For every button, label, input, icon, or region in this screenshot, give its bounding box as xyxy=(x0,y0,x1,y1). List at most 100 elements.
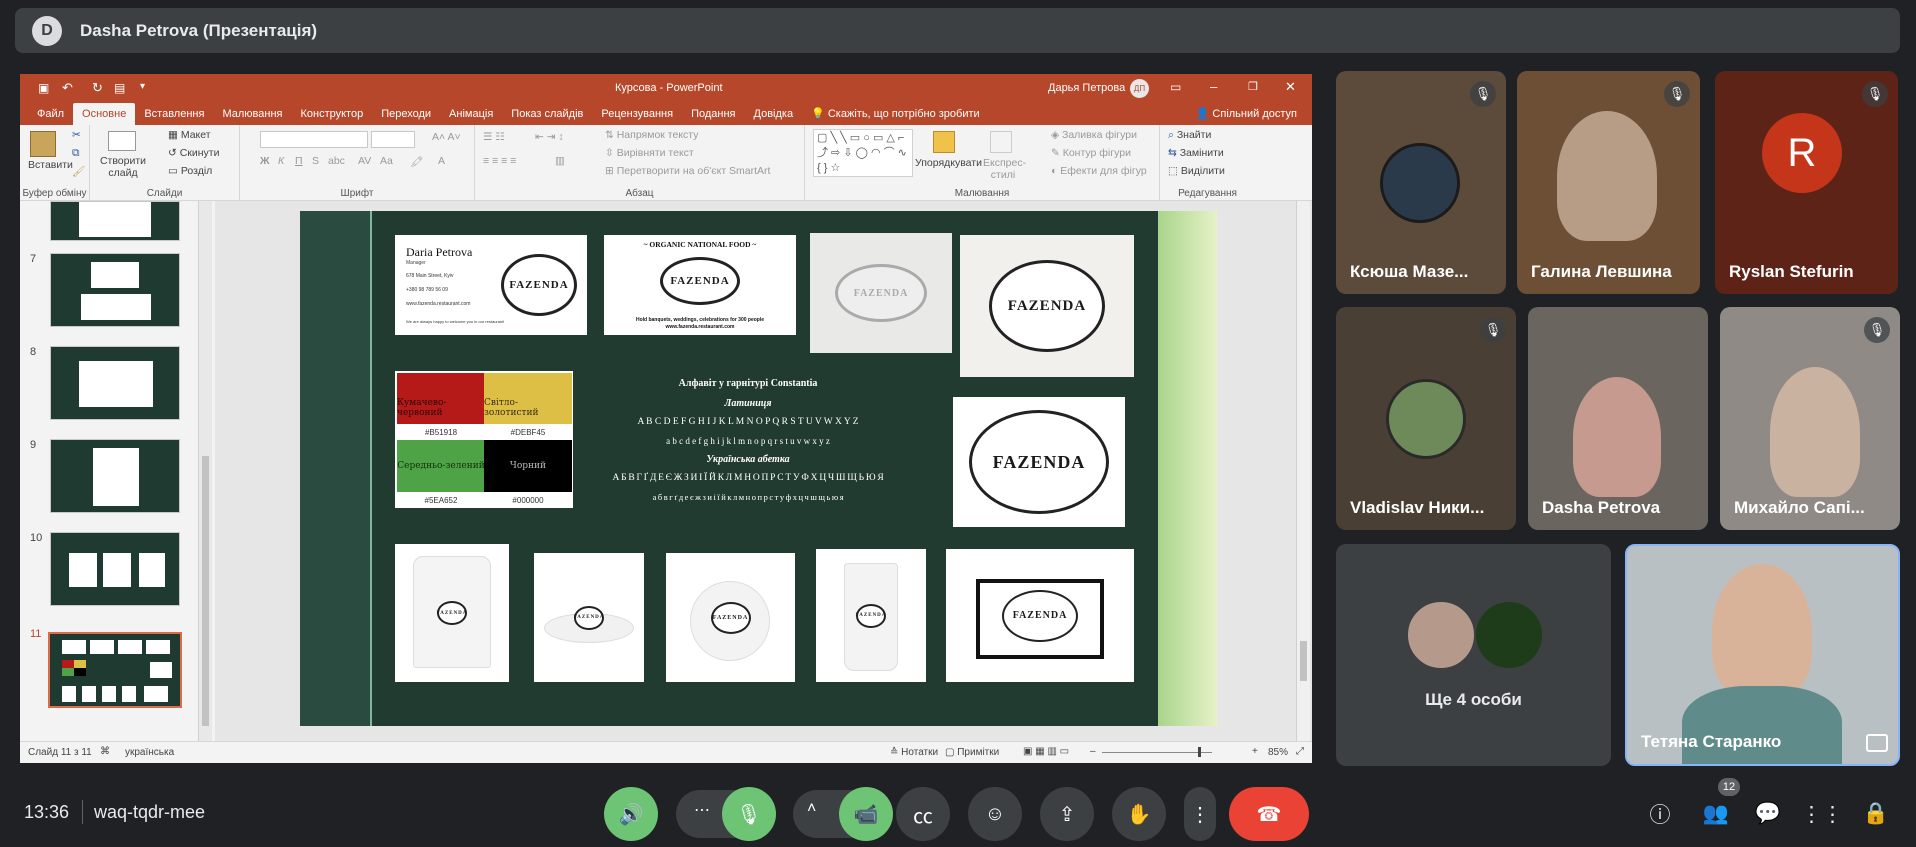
participant-tile[interactable]: Dasha Petrova xyxy=(1528,307,1708,530)
tab-draw[interactable]: Малювання xyxy=(213,103,291,125)
picture-in-picture-icon[interactable] xyxy=(1866,734,1888,752)
thumbnail-11-selected[interactable] xyxy=(48,632,182,708)
bold-icon[interactable]: Ж xyxy=(260,155,270,167)
paste-icon[interactable] xyxy=(30,131,56,157)
copy-icon[interactable]: ⧉ xyxy=(72,147,80,160)
more-options-button[interactable]: ⋮ xyxy=(1184,787,1216,841)
tell-me-box[interactable]: 💡 Скажіть, що потрібно зробити xyxy=(802,103,989,125)
restore-icon[interactable]: ❐ xyxy=(1248,80,1258,93)
notes-button[interactable]: ≙ Нотатки xyxy=(890,747,938,758)
tab-help[interactable]: Довідка xyxy=(745,103,803,125)
tab-design[interactable]: Конструктор xyxy=(291,103,372,125)
ribbon-display-icon[interactable]: ▭ xyxy=(1170,80,1181,94)
thumbnail-8[interactable] xyxy=(50,346,180,420)
bullets-icon[interactable]: ☰ ☷ xyxy=(483,131,505,143)
participant-tile[interactable]: 🎙 Михайло Сапі... xyxy=(1720,307,1900,530)
layout-button[interactable]: ▦ Макет xyxy=(168,129,211,141)
people-icon[interactable]: 👥 xyxy=(1700,798,1732,830)
redo-icon[interactable]: ↻ xyxy=(92,80,103,96)
slide-scrollbar[interactable] xyxy=(1296,201,1310,741)
change-case-icon[interactable]: Aa xyxy=(380,155,393,167)
strikethrough-icon[interactable]: abc xyxy=(328,155,345,167)
spacing-icon[interactable]: AV xyxy=(358,155,371,167)
mic-options-icon[interactable]: ⋯ xyxy=(694,800,710,820)
share-button[interactable]: 👤 Спільний доступ xyxy=(1187,103,1306,125)
font-size-select[interactable] xyxy=(371,131,415,148)
font-color-icon[interactable]: A xyxy=(438,155,445,167)
thumbnail-6[interactable] xyxy=(50,201,180,241)
raise-hand-button[interactable]: ✋ xyxy=(1112,787,1166,841)
fit-slide-icon[interactable]: ⤢ xyxy=(1296,746,1304,757)
paste-button[interactable]: Вставити xyxy=(28,159,73,171)
grow-font-icon[interactable]: A˄ A˅ xyxy=(432,131,461,143)
undo-icon[interactable]: ↶ xyxy=(62,80,73,96)
arrange-button[interactable]: Упорядкувати xyxy=(915,157,982,169)
tab-transitions[interactable]: Переходи xyxy=(372,103,440,125)
camera-options-icon[interactable]: ˄ xyxy=(807,800,816,818)
present-button[interactable]: ⇪ xyxy=(1040,787,1094,841)
mic-button[interactable]: 🎙 xyxy=(722,787,776,841)
participant-tile[interactable]: 🎙 Vladislav Ники... xyxy=(1336,307,1516,530)
align-icons[interactable]: ≡ ≡ ≡ ≡ xyxy=(483,155,516,167)
indent-icon[interactable]: ⇤ ⇥ ↕ xyxy=(535,131,564,143)
leave-call-button[interactable]: ☎ xyxy=(1229,787,1309,841)
thumbnail-9[interactable] xyxy=(50,439,180,513)
reset-button[interactable]: ↺ Скинути xyxy=(168,147,219,159)
participant-tile[interactable]: Тетяна Старанко xyxy=(1625,544,1900,766)
section-button[interactable]: ▭ Розділ xyxy=(168,165,212,177)
text-direction-button[interactable]: ⇅ Напрямок тексту xyxy=(605,129,698,141)
select-button[interactable]: ⬚ Виділити xyxy=(1168,165,1225,177)
thumbnails-scrollbar[interactable] xyxy=(198,201,212,741)
tab-file[interactable]: Файл xyxy=(28,103,73,125)
zoom-out-icon[interactable]: – xyxy=(1090,746,1096,757)
quick-styles-button[interactable]: Експрес-стилі xyxy=(983,157,1026,181)
new-slide-button[interactable]: Створити слайд xyxy=(98,155,148,179)
captions-button[interactable]: ㏄ xyxy=(896,787,950,841)
thumbnail-7[interactable] xyxy=(50,253,180,327)
font-name-select[interactable] xyxy=(260,131,368,148)
activities-icon[interactable]: ⋮⋮ xyxy=(1801,798,1843,830)
zoom-slider[interactable] xyxy=(1102,752,1212,753)
shape-fill-button[interactable]: ◈ Заливка фігури xyxy=(1051,129,1137,141)
host-controls-icon[interactable]: 🔒 xyxy=(1860,798,1892,830)
zoom-slider-thumb[interactable] xyxy=(1198,747,1201,757)
new-slide-icon[interactable] xyxy=(108,131,136,151)
highlight-icon[interactable]: 🖍 xyxy=(410,155,423,168)
cut-icon[interactable]: ✂ xyxy=(72,129,81,141)
shadow-icon[interactable]: S xyxy=(312,155,319,167)
underline-icon[interactable]: П xyxy=(295,155,303,167)
italic-icon[interactable]: К xyxy=(278,155,284,167)
participant-tile[interactable]: R 🎙 Ryslan Stefurin xyxy=(1715,71,1898,294)
tab-view[interactable]: Подання xyxy=(682,103,744,125)
thumbnail-10[interactable] xyxy=(50,532,180,606)
save-icon[interactable]: ▣ xyxy=(38,81,49,95)
format-painter-icon[interactable]: 🖌 xyxy=(72,165,85,178)
tab-review[interactable]: Рецензування xyxy=(592,103,682,125)
speaker-button[interactable]: 🔊 xyxy=(604,787,658,841)
meeting-info-icon[interactable]: ⓘ xyxy=(1644,798,1676,830)
tab-insert[interactable]: Вставлення xyxy=(135,103,213,125)
participant-tile[interactable]: 🎙 Ксюша Мазе... xyxy=(1336,71,1506,294)
quick-styles-icon[interactable] xyxy=(990,131,1012,153)
tab-home[interactable]: Основне xyxy=(73,103,136,125)
comments-button[interactable]: ▢ Примітки xyxy=(945,747,999,758)
shape-outline-button[interactable]: ✎ Контур фігури xyxy=(1051,147,1131,159)
account-avatar[interactable]: ДП xyxy=(1130,79,1149,98)
smartart-button[interactable]: ⊞ Перетворити на об'єкт SmartArt xyxy=(605,165,770,177)
accessibility-icon[interactable]: ⌘ xyxy=(100,746,110,757)
account-name[interactable]: Дарья Петрова xyxy=(1048,82,1125,94)
zoom-level[interactable]: 85% xyxy=(1268,747,1288,758)
chat-icon[interactable]: 💬 xyxy=(1752,798,1784,830)
columns-icon[interactable]: ▥ xyxy=(555,155,565,167)
language-status[interactable]: українська xyxy=(125,747,174,758)
others-tile[interactable]: Ще 4 особи xyxy=(1336,544,1611,766)
view-buttons[interactable]: ▣ ▦ ▥ ▭ xyxy=(1023,746,1069,757)
shape-effects-button[interactable]: ◐ Ефекти для фігур xyxy=(1051,165,1147,177)
customize-qat-icon[interactable]: ▾ xyxy=(140,81,145,92)
replace-button[interactable]: ⇆ Замінити xyxy=(1168,147,1224,159)
camera-button[interactable]: 📹 xyxy=(839,787,893,841)
shapes-gallery[interactable]: ▢ ╲ ╲ ▭ ○ ▭ △ ⌐ ⤴ ⇨ ⇩ ◯ ◠ ⌒ ∿ { } ☆ xyxy=(813,129,913,177)
participant-tile[interactable]: 🎙 Галина Левшина xyxy=(1517,71,1700,294)
minimize-icon[interactable]: – xyxy=(1210,79,1217,94)
close-icon[interactable]: ✕ xyxy=(1285,79,1296,95)
